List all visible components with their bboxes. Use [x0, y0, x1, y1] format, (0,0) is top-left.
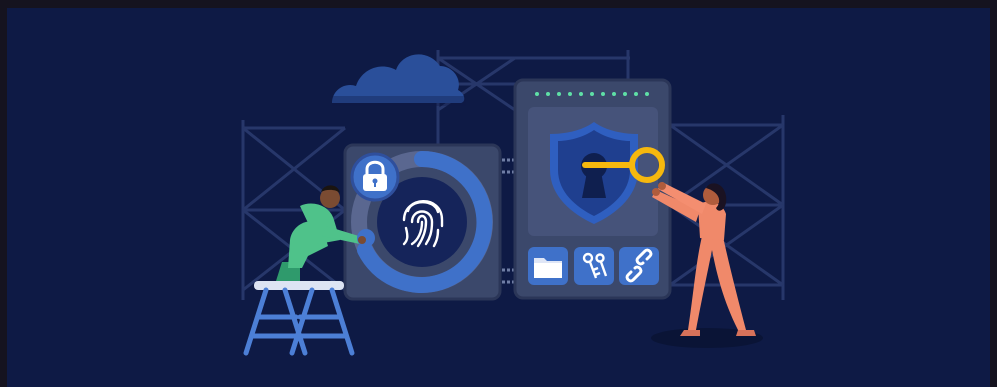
panel-buttons: [528, 247, 659, 285]
security-illustration: [0, 0, 997, 387]
shield-panel: [513, 78, 672, 300]
folder-icon: [534, 258, 562, 278]
illustration-canvas: [0, 0, 997, 387]
fingerprint-panel: [343, 143, 502, 301]
